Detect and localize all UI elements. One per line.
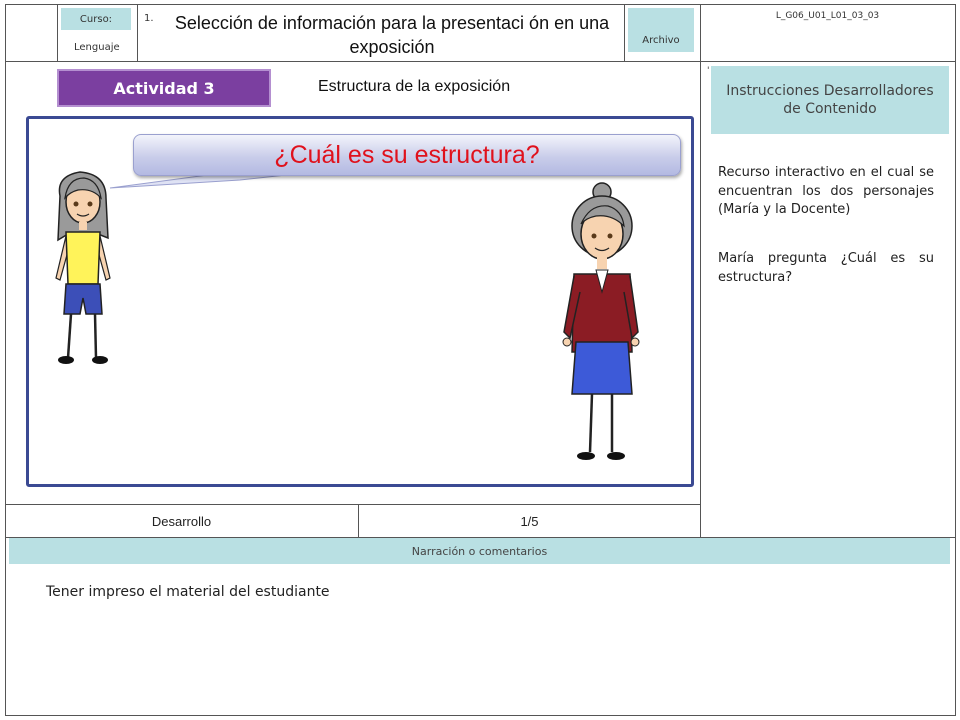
phase-cell: Desarrollo [151,513,212,529]
instructions-paragraph-1: Recurso interactivo en el cual se encuen… [718,165,934,217]
speech-bubble: ¿Cuál es su estructura? [133,134,681,176]
outer-border-right [955,4,956,716]
narration-text: Tener impreso el material del estudiante [46,584,330,600]
file-label-box: Archivo [628,8,694,52]
speech-text: ¿Cuál es su estructura? [274,140,540,169]
course-label: Curso: [79,13,113,25]
header-col-1 [57,4,58,61]
file-label: Archivo [642,35,680,46]
tick-mark: ' [707,66,710,76]
instructions-header: Instrucciones Desarrolladores de Conteni… [711,66,949,134]
course-label-box: Curso: [61,8,131,30]
instructions-paragraph-2: María pregunta ¿Cuál es su estructura? [718,251,934,285]
outer-border-bottom [5,715,955,716]
teacher-character [562,182,640,460]
page-title: Selección de información para la present… [174,13,610,57]
activity-subtitle: Estructura de la exposición [318,78,511,95]
header-divider [5,61,955,62]
file-code: L_G06_U01_L01_03_03 [775,11,880,21]
course-value: Lenguaje [74,42,120,53]
page-counter: 1/5 [520,513,539,529]
outer-border-top [5,4,955,5]
student-girl-character [55,171,111,364]
outer-border-left [5,4,6,716]
header-col-2 [137,4,138,61]
activity-badge: Actividad 3 [57,69,271,107]
header-col-3 [624,4,625,61]
item-number: 1. [144,13,154,24]
side-column-divider [700,61,701,537]
footer-row-top [5,504,700,505]
narration-header: Narración o comentarios [9,538,950,564]
